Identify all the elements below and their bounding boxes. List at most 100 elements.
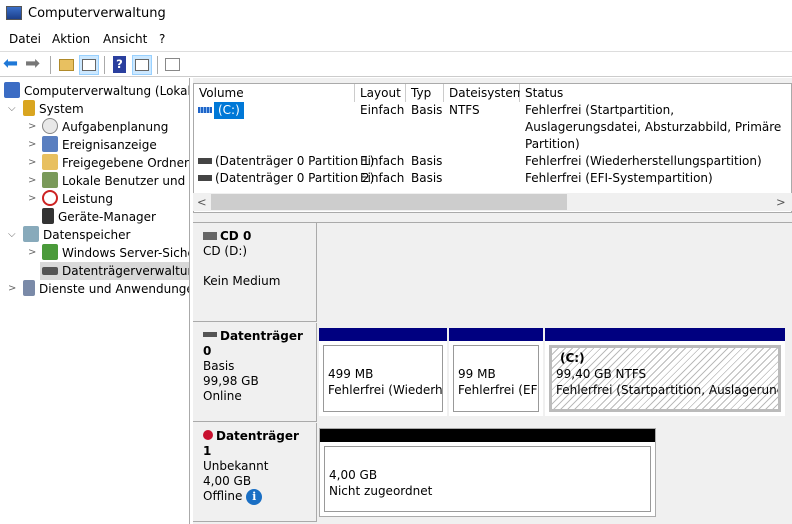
disk-type: Unbekannt (203, 459, 269, 473)
tree-item-dienste[interactable]: Dienste und Anwendungen (23, 280, 189, 298)
tree-item-label: Computerverwaltung (Lokal) (24, 84, 190, 98)
chevron-down-icon[interactable]: ⌵ (8, 226, 16, 244)
tree-item-label: Datenspeicher (43, 228, 131, 242)
partition-bar (319, 328, 447, 341)
folder-icon (59, 59, 74, 71)
disk-icon (42, 267, 58, 275)
column-header-typ[interactable]: Typ (406, 84, 444, 102)
cell: Einfach (360, 171, 405, 185)
checklist-icon (165, 58, 180, 71)
menu-help[interactable]: ? (159, 32, 165, 46)
table-row[interactable]: (Datenträger 0 Partition 1) Einfach Basis F… (194, 153, 791, 170)
disk-icon (198, 158, 212, 164)
scroll-left-icon[interactable]: < (197, 195, 207, 209)
partition-c[interactable]: (C:) 99,40 GB NTFS Fehlerfrei (Startpartit… (545, 328, 785, 416)
up-folder-button[interactable] (57, 55, 77, 75)
cell: Einfach (360, 154, 405, 168)
pane-icon (82, 59, 96, 71)
horizontal-scrollbar[interactable]: < > (193, 193, 792, 211)
column-header-dateisystem[interactable]: Dateisystem (444, 84, 524, 102)
tree-item-datenspeicher[interactable]: Datenspeicher (23, 226, 130, 244)
cell: Basis (411, 103, 443, 117)
info-icon[interactable]: i (246, 489, 263, 505)
tree-item-aufgabenplanung[interactable]: Aufgabenplanung (42, 118, 168, 136)
disk-label-cd0[interactable]: CD 0 CD (D:) Kein Medium (193, 223, 317, 322)
cell: (C:) (214, 102, 244, 119)
disk-name: Datenträger 1 (203, 429, 299, 458)
chevron-right-icon[interactable]: > (28, 172, 36, 190)
menu-datei[interactable]: Datei (9, 32, 41, 46)
disk-icon (203, 332, 217, 337)
chevron-right-icon[interactable]: > (28, 136, 36, 154)
forward-button[interactable]: ➡ (25, 55, 45, 75)
disk-status: Kein Medium (203, 274, 281, 288)
properties-button[interactable] (163, 55, 183, 75)
column-header-layout[interactable]: Layout (355, 84, 406, 102)
menu-aktion[interactable]: Aktion (52, 32, 90, 46)
show-action-pane-button[interactable] (132, 55, 152, 75)
chevron-right-icon[interactable]: > (28, 244, 36, 262)
disk-size: 99,98 GB (203, 374, 259, 388)
disk-label-disk0[interactable]: Datenträger 0 Basis 99,98 GB Online (193, 323, 317, 422)
computer-icon (4, 82, 20, 98)
chevron-right-icon[interactable]: > (28, 118, 36, 136)
menu-bar: Datei Aktion Ansicht ? (0, 28, 792, 50)
storage-icon (23, 226, 39, 242)
tree-item-freigegebene-ordner[interactable]: Freigegebene Ordner (42, 154, 189, 172)
partition-content: 499 MB Fehlerfrei (Wiederherstellungspart… (323, 345, 443, 412)
backup-icon (42, 244, 58, 260)
partition-size: 499 MB (328, 367, 374, 381)
disk-graphical-view: CD 0 CD (D:) Kein Medium Datenträger 0 B… (193, 222, 792, 524)
tree-item-geraete-manager[interactable]: Geräte-Manager (42, 208, 156, 226)
partition-efi[interactable]: 99 MB Fehlerfrei (EFI-Systempartition) (449, 328, 543, 416)
chevron-down-icon[interactable]: ⌵ (8, 100, 16, 118)
tree-item-ereignisanzeige[interactable]: Ereignisanzeige (42, 136, 157, 154)
tree-item-label: Aufgabenplanung (62, 120, 169, 134)
help-icon: ? (113, 56, 126, 73)
chevron-right-icon[interactable]: > (28, 154, 36, 172)
column-header-volume[interactable]: Volume (194, 84, 355, 102)
chevron-right-icon[interactable]: > (8, 280, 16, 298)
cell: Fehlerfrei (Wiederherstellungspartition) (525, 154, 762, 168)
partition-status: Fehlerfrei (Startpartition, Auslagerungs… (556, 383, 778, 397)
scrollbar-thumb[interactable] (211, 194, 567, 210)
partition-bar (545, 328, 785, 341)
disk-label-disk1[interactable]: Datenträger 1 Unbekannt 4,00 GB Offline … (193, 423, 317, 522)
cell: Basis (411, 171, 443, 185)
disk-name: CD 0 (220, 229, 252, 243)
help-button[interactable]: ? (110, 55, 130, 75)
tree-item-label: System (39, 102, 84, 116)
tree-item-label: Freigegebene Ordner (62, 156, 189, 170)
cell: (Datenträger 0 Partition 2) (215, 171, 375, 185)
disk-status: Offline (203, 489, 243, 503)
back-button[interactable]: ⬅ (3, 55, 23, 75)
toolbar-separator (157, 56, 158, 74)
column-header-status[interactable]: Status (520, 84, 791, 102)
menu-ansicht[interactable]: Ansicht (103, 32, 147, 46)
tree-item-windows-server-sicherung[interactable]: Windows Server-Sicherung (42, 244, 189, 262)
tree-item-computerverwaltung[interactable]: Computerverwaltung (Lokal) (4, 82, 190, 100)
tree-item-datentraegerverwaltung[interactable]: Datenträgerverwaltung (40, 262, 189, 280)
cell: Fehlerfrei (EFI-Systempartition) (525, 171, 713, 185)
chevron-right-icon[interactable]: > (28, 190, 36, 208)
partition-unallocated[interactable]: 4,00 GB Nicht zugeordnet (319, 428, 656, 517)
tree-item-leistung[interactable]: Leistung (42, 190, 113, 208)
partition-size: 4,00 GB (329, 468, 378, 482)
tree-item-label: Leistung (62, 192, 113, 206)
tree-item-label: Lokale Benutzer und Gruppen (62, 174, 189, 188)
partition-status: Nicht zugeordnet (329, 484, 433, 498)
disk-status: Online (203, 389, 242, 403)
console-tree: Computerverwaltung (Lokal) ⌵ System > Au… (0, 78, 190, 524)
tree-item-lokale-benutzer[interactable]: Lokale Benutzer und Gruppen (42, 172, 189, 190)
disk-icon (198, 175, 212, 181)
window-title: Computerverwaltung (28, 6, 166, 21)
tree-item-system[interactable]: System (23, 100, 84, 118)
table-row[interactable]: (C:) Einfach Basis NTFS Fehlerfrei (Startpar… (194, 102, 791, 153)
scroll-right-icon[interactable]: > (776, 195, 786, 209)
performance-icon (42, 190, 58, 206)
show-console-tree-button[interactable] (79, 55, 99, 75)
cell: (Datenträger 0 Partition 1) (215, 154, 375, 168)
partition-recovery[interactable]: 499 MB Fehlerfrei (Wiederherstellungspart… (319, 328, 447, 416)
cell: NTFS (449, 103, 480, 117)
table-row[interactable]: (Datenträger 0 Partition 2) Einfach Basis F… (194, 170, 791, 187)
